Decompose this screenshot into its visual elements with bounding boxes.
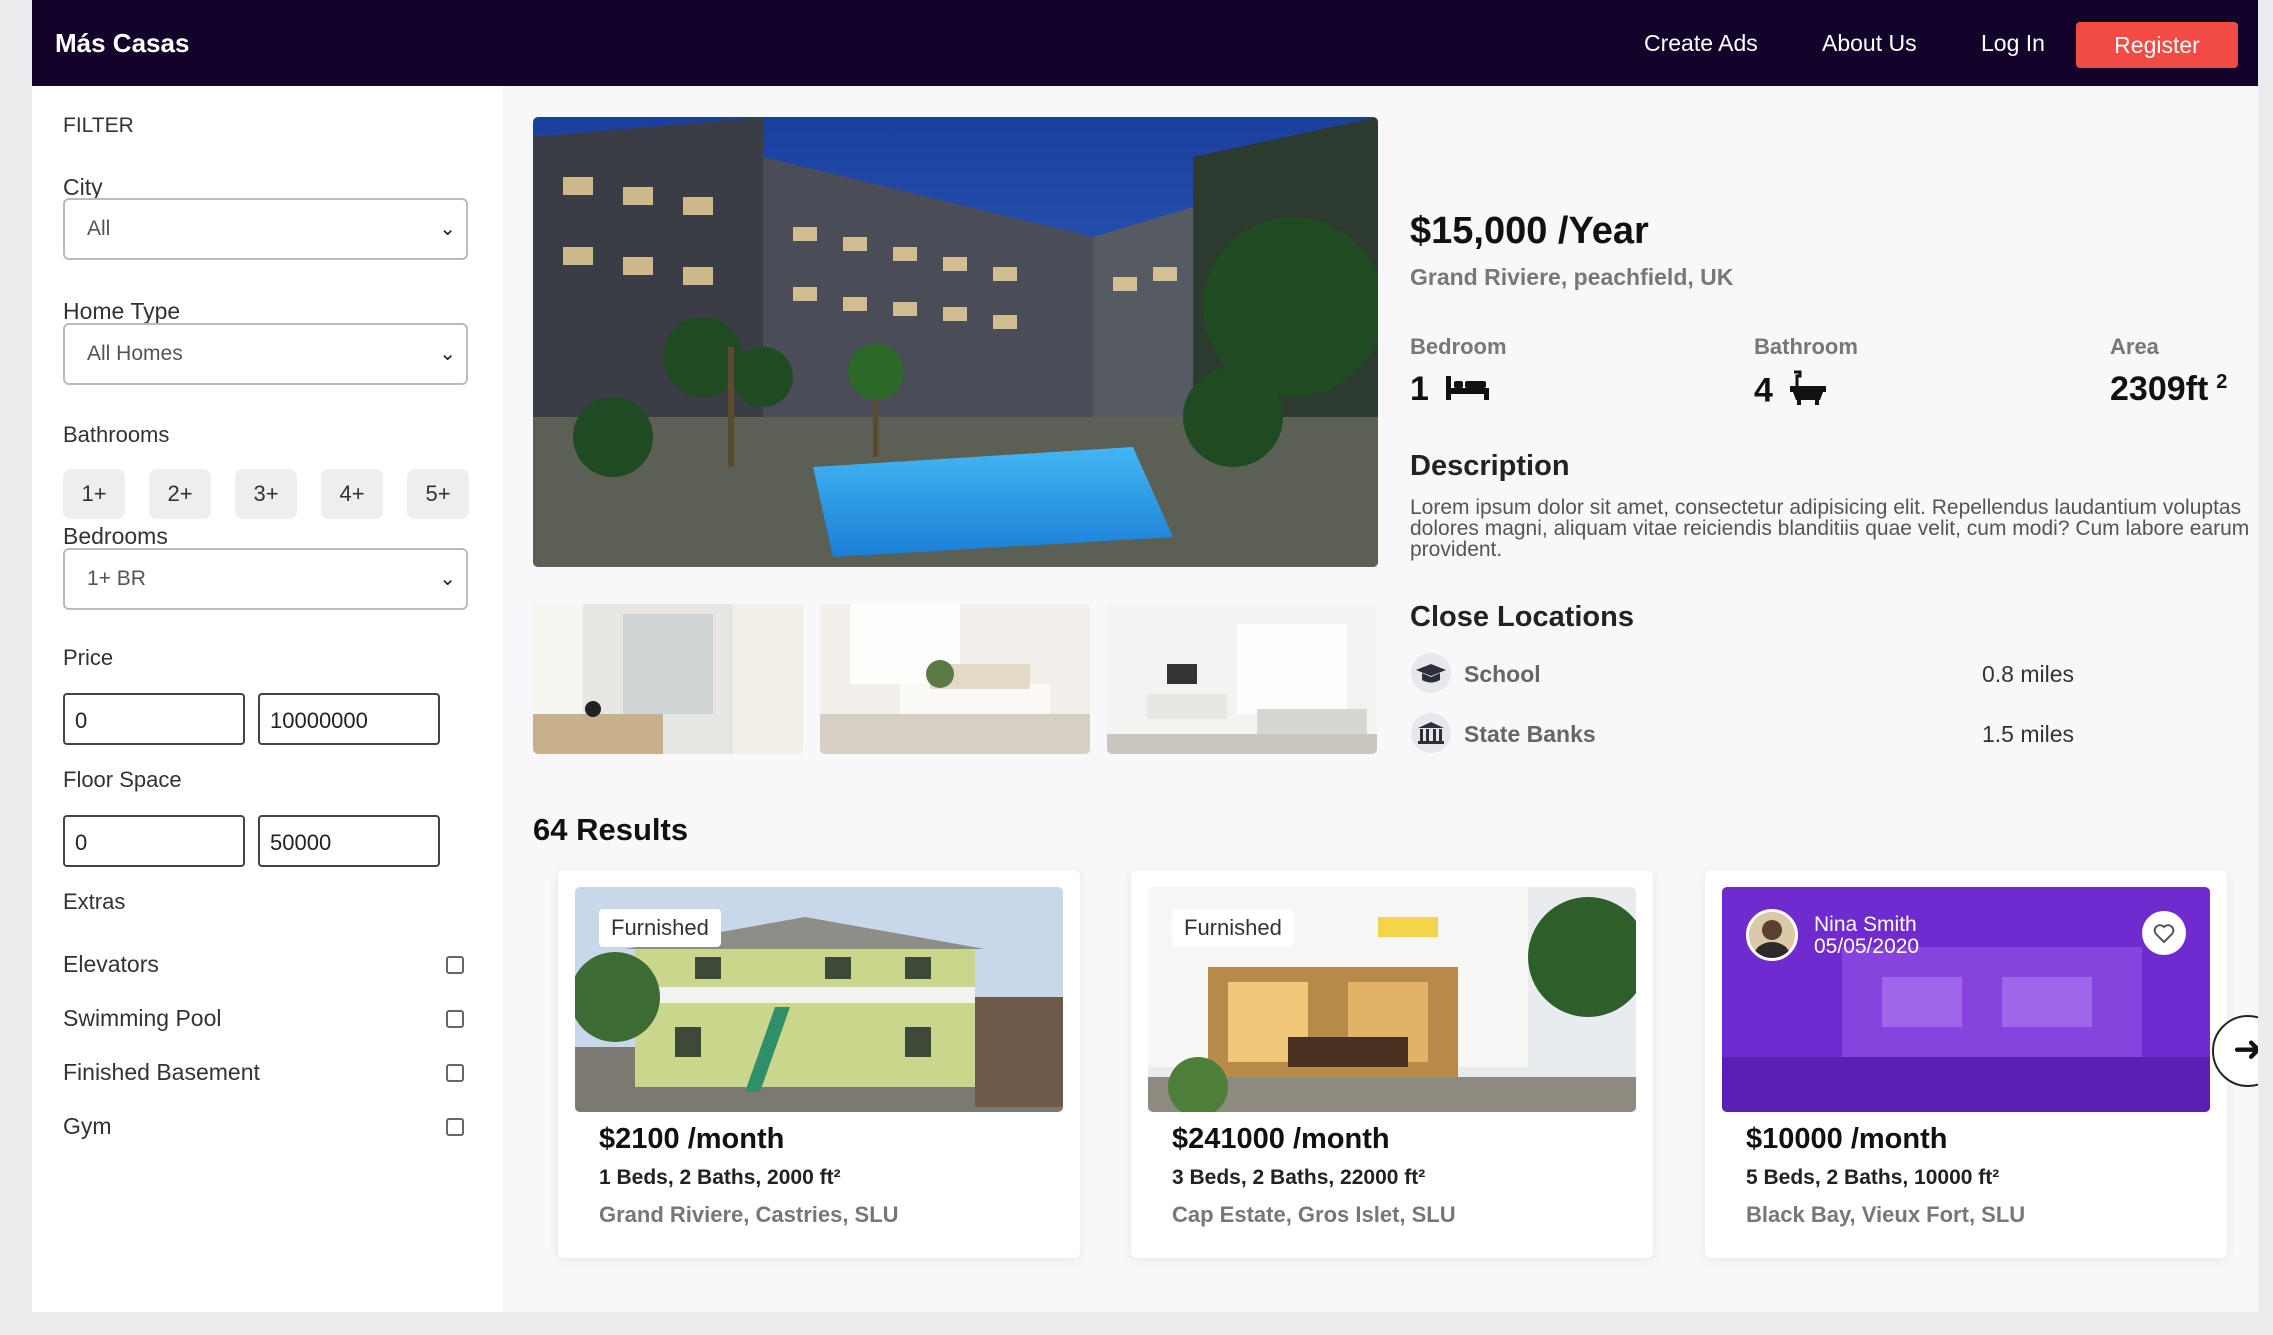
- bathrooms-label: Bathrooms: [63, 422, 170, 447]
- nav-create-ads[interactable]: Create Ads: [1644, 30, 1758, 57]
- extra-pool-label: Swimming Pool: [63, 1005, 222, 1031]
- extras-label: Extras: [63, 889, 126, 914]
- result-card-photo: Nina Smith 05/05/2020: [1722, 887, 2210, 1112]
- bathroom-option-5[interactable]: 5+: [407, 469, 469, 519]
- extra-pool-checkbox[interactable]: [446, 1010, 464, 1028]
- nav-log-in[interactable]: Log In: [1981, 30, 2045, 57]
- result-card-address: Cap Estate, Gros Islet, SLU: [1172, 1202, 1456, 1227]
- extra-elevators-checkbox[interactable]: [446, 956, 464, 974]
- extra-gym-checkbox[interactable]: [446, 1118, 464, 1136]
- result-card-photo: Furnished: [575, 887, 1063, 1112]
- bedroom-count: 1: [1410, 370, 1429, 408]
- area-value: 2309ft: [2110, 370, 2209, 408]
- result-card[interactable]: Furnished $2100 /month 1 Beds, 2 Baths, …: [558, 870, 1080, 1258]
- bedrooms-label: Bedrooms: [63, 523, 168, 549]
- filter-sidebar: FILTER City All ⌄ Home Type All Homes ⌄ …: [32, 86, 502, 1312]
- location-banks-distance: 1.5 miles: [1982, 721, 2075, 747]
- result-card-price: $2100 /month: [599, 1123, 785, 1155]
- favorite-heart-button[interactable]: [2142, 911, 2186, 955]
- filter-title: FILTER: [63, 114, 134, 137]
- home-type-select[interactable]: All Homes ⌄: [63, 323, 468, 385]
- furnished-tag: Furnished: [599, 909, 721, 947]
- chevron-down-icon: ⌄: [439, 218, 456, 240]
- bank-icon: [1411, 713, 1451, 753]
- page: Más Casas Create Ads About Us Log In Reg…: [32, 0, 2258, 1312]
- bathroom-label: Bathroom: [1754, 334, 1858, 359]
- bathroom-option-3[interactable]: 3+: [235, 469, 297, 519]
- result-card-address: Grand Riviere, Castries, SLU: [599, 1202, 899, 1227]
- price-max-value: 10000000: [270, 708, 368, 733]
- thumbnail-bathroom[interactable]: [533, 604, 803, 754]
- avatar[interactable]: [1746, 909, 1798, 961]
- bed-icon: [1444, 372, 1490, 411]
- floor-max-input[interactable]: 50000: [258, 815, 440, 867]
- location-school-distance: 0.8 miles: [1982, 661, 2075, 687]
- bedroom-stat: 1: [1410, 370, 1490, 411]
- agent-date: 05/05/2020: [1814, 935, 1920, 958]
- location-banks-name: State Banks: [1464, 721, 1596, 747]
- area-unit: 2: [2216, 370, 2228, 393]
- result-card-price: $10000 /month: [1746, 1123, 1948, 1155]
- results-count: 64 Results: [533, 812, 689, 847]
- floor-max-value: 50000: [270, 830, 332, 855]
- floor-min-value: 0: [75, 830, 88, 855]
- area-label: Area: [2110, 334, 2159, 359]
- nav-about-us[interactable]: About Us: [1822, 30, 1917, 57]
- floor-min-input[interactable]: 0: [63, 815, 245, 867]
- city-select[interactable]: All ⌄: [63, 198, 468, 260]
- description-heading: Description: [1410, 450, 1570, 482]
- home-type-label: Home Type: [63, 298, 181, 324]
- extra-basement-label: Finished Basement: [63, 1059, 260, 1085]
- arrow-right-icon: ➜: [2232, 1028, 2258, 1069]
- extra-elevators-label: Elevators: [63, 951, 159, 977]
- chevron-down-icon: ⌄: [439, 568, 456, 590]
- listing-main-photo[interactable]: [533, 117, 1378, 567]
- bathroom-option-2[interactable]: 2+: [149, 469, 211, 519]
- result-card-specs: 5 Beds, 2 Baths, 10000 ft²: [1746, 1166, 2000, 1189]
- result-card-photo: Furnished: [1148, 887, 1636, 1112]
- price-min-input[interactable]: 0: [63, 693, 245, 745]
- price-max-input[interactable]: 10000000: [258, 693, 440, 745]
- thumbnail-bedroom[interactable]: [820, 604, 1090, 754]
- bathroom-count: 4: [1754, 371, 1773, 410]
- result-card-specs: 3 Beds, 2 Baths, 22000 ft²: [1172, 1166, 1426, 1189]
- navbar: Más Casas Create Ads About Us Log In Reg…: [32, 0, 2258, 86]
- extra-basement-checkbox[interactable]: [446, 1064, 464, 1082]
- bathroom-option-1[interactable]: 1+: [63, 469, 125, 519]
- agent-name: Nina Smith: [1814, 913, 1917, 936]
- bathtub-icon: [1788, 370, 1828, 415]
- city-select-value: All: [87, 217, 111, 240]
- register-button[interactable]: Register: [2076, 22, 2238, 68]
- bathroom-option-4[interactable]: 4+: [321, 469, 383, 519]
- home-type-select-value: All Homes: [87, 342, 183, 365]
- result-card[interactable]: Furnished $241000 /month 3 Beds, 2 Baths…: [1131, 870, 1653, 1258]
- bedrooms-select-value: 1+ BR: [87, 567, 146, 590]
- bedrooms-select[interactable]: 1+ BR ⌄: [63, 548, 468, 610]
- description-text: Lorem ipsum dolor sit amet, consectetur …: [1410, 496, 2250, 561]
- bedroom-label: Bedroom: [1410, 334, 1507, 359]
- result-card-specs: 1 Beds, 2 Baths, 2000 ft²: [599, 1166, 841, 1189]
- area-stat: 2309ft 2: [2110, 370, 2227, 409]
- heart-icon: [2153, 924, 2175, 944]
- result-card-address: Black Bay, Vieux Fort, SLU: [1746, 1202, 2026, 1227]
- listing-address: Grand Riviere, peachfield, UK: [1410, 264, 1734, 290]
- bathroom-stat: 4: [1754, 370, 1828, 415]
- result-card[interactable]: Nina Smith 05/05/2020 $10000 /month 5 Be…: [1705, 870, 2227, 1258]
- result-card-price: $241000 /month: [1172, 1123, 1390, 1155]
- close-locations-heading: Close Locations: [1410, 601, 1634, 633]
- price-min-value: 0: [75, 708, 88, 733]
- floor-space-label: Floor Space: [63, 767, 182, 792]
- listing-price: $15,000 /Year: [1410, 210, 1649, 252]
- furnished-tag: Furnished: [1172, 909, 1294, 947]
- graduation-cap-icon: [1411, 653, 1451, 693]
- brand-logo[interactable]: Más Casas: [55, 28, 189, 59]
- location-school-name: School: [1464, 661, 1541, 687]
- city-label: City: [63, 174, 103, 200]
- extra-gym-label: Gym: [63, 1113, 112, 1139]
- price-label: Price: [63, 645, 114, 670]
- chevron-down-icon: ⌄: [439, 343, 456, 365]
- thumbnail-living-room[interactable]: [1107, 604, 1377, 754]
